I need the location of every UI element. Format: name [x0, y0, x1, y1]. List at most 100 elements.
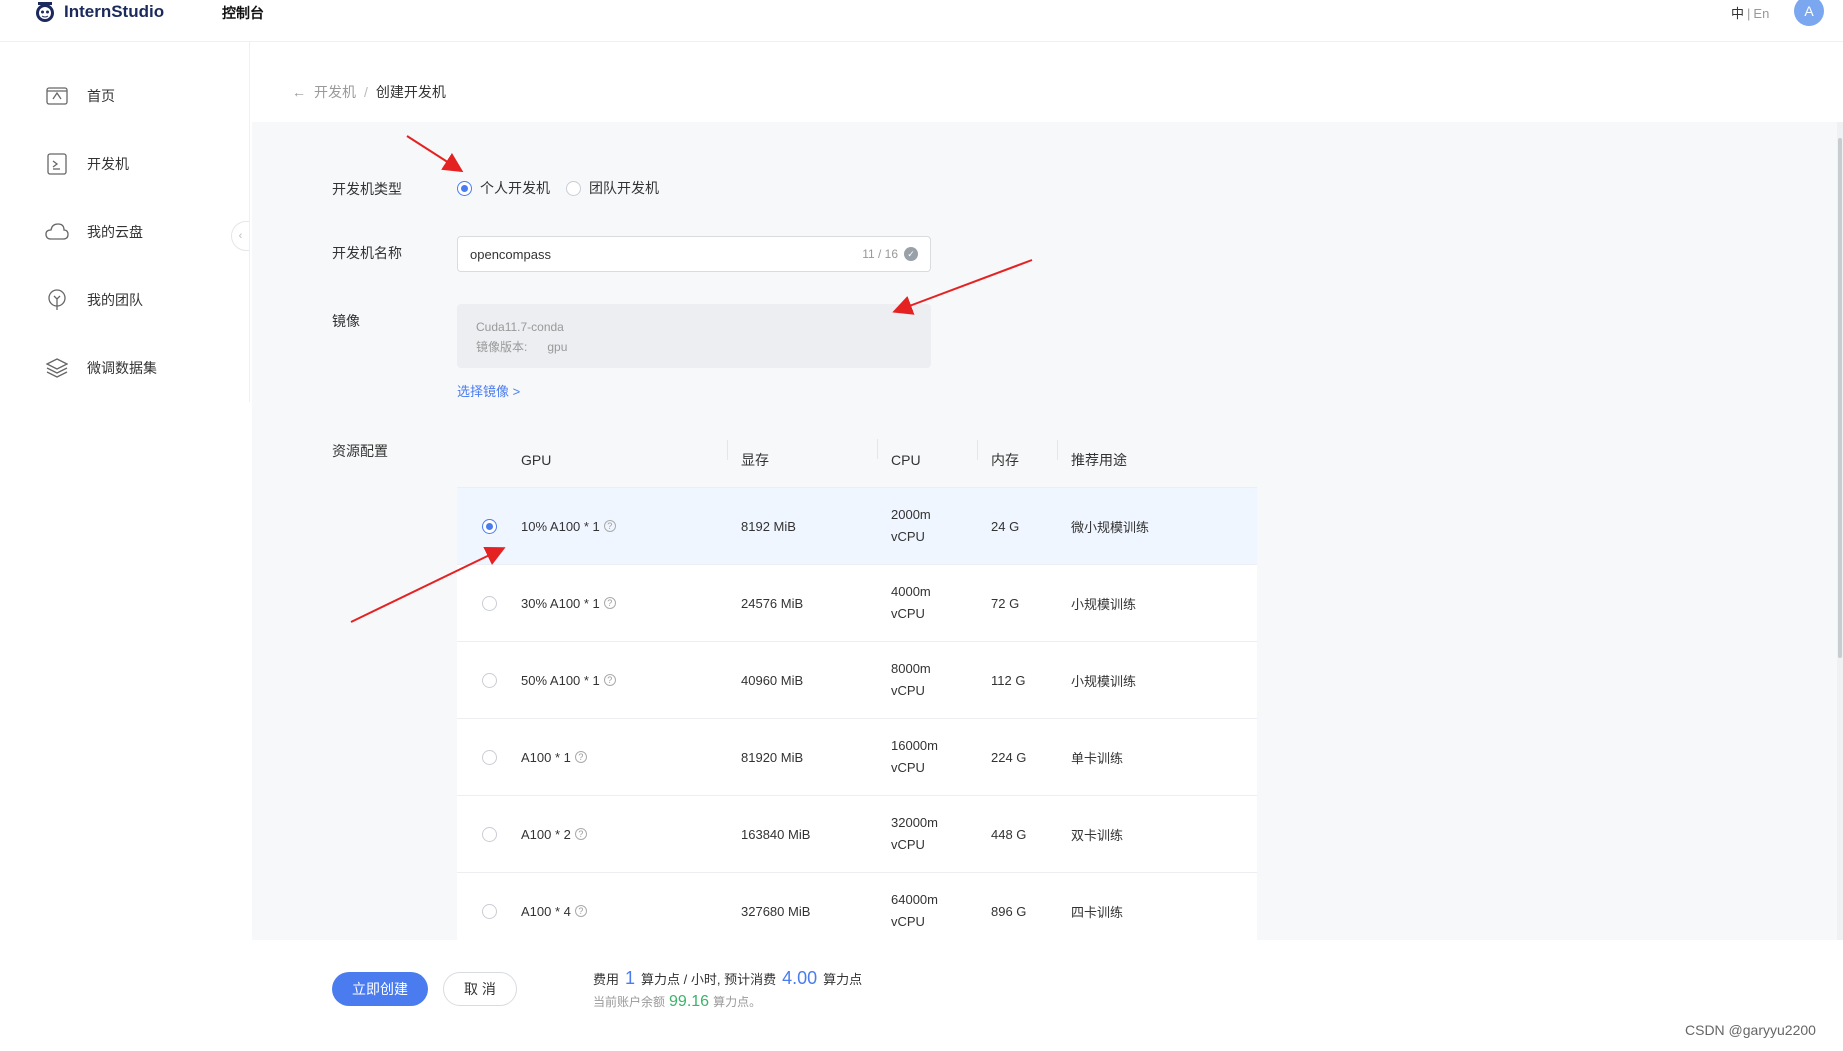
gpu-value: 10% A100 * 1 — [521, 518, 600, 534]
top-header: InternStudio 控制台 中 | En A — [0, 0, 1843, 42]
check-icon: ✓ — [904, 247, 918, 261]
image-version-label: 镜像版本: — [476, 340, 528, 354]
machine-name-input[interactable] — [470, 246, 863, 262]
image-info-box: Cuda11.7-conda 镜像版本: gpu — [457, 304, 931, 368]
row-radio[interactable] — [481, 595, 497, 611]
help-icon[interactable]: ? — [574, 905, 587, 917]
terminal-icon — [45, 152, 69, 176]
image-name: Cuda11.7-conda — [476, 320, 564, 334]
cpu-value: 4000m vCPU — [891, 584, 931, 621]
table-row[interactable]: A100 * 2? 163840 MiB 32000m vCPU 448 G 双卡… — [457, 796, 1257, 873]
cancel-button[interactable]: 取 消 — [443, 972, 517, 1006]
usage-value: 双卡训练 — [1071, 827, 1124, 843]
create-now-button[interactable]: 立即创建 — [332, 972, 428, 1006]
image-version-value: gpu — [547, 340, 568, 354]
ram-value: 72 G — [991, 595, 1020, 611]
sidebar-item-label: 微调数据集 — [87, 360, 157, 376]
cost-estimate: 费用 1 算力点 / 小时, 预计消费 4.00 算力点 — [593, 968, 863, 988]
row-radio[interactable] — [481, 672, 497, 688]
row-radio[interactable] — [481, 903, 497, 919]
sidebar-item-label: 我的云盘 — [87, 224, 143, 240]
lang-zh[interactable]: 中 — [1731, 6, 1744, 21]
chevron-left-icon: ‹ — [238, 230, 243, 242]
watermark: CSDN @garyyu2200 — [1685, 1022, 1816, 1038]
sidebar-item-home[interactable]: 首页 — [45, 84, 115, 108]
sidebar-item-label: 首页 — [87, 88, 115, 104]
breadcrumb-parent[interactable]: 开发机 — [314, 82, 356, 102]
resource-label: 资源配置 — [332, 443, 388, 459]
logo-text: InternStudio — [64, 2, 165, 21]
machine-name-field[interactable]: 11 / 16 ✓ — [457, 236, 931, 272]
th-ram: 内存 — [977, 439, 1071, 470]
cost-rate: 1 — [625, 968, 636, 988]
select-image-link[interactable]: 选择镜像 > — [457, 381, 520, 400]
logo-mascot-icon — [36, 2, 54, 22]
sidebar-item-label: 我的团队 — [87, 292, 143, 308]
sidebar: 首页 开发机 我的云盘 我的团队 微调数据集 — [0, 42, 250, 402]
table-row[interactable]: 30% A100 * 1? 24576 MiB 4000m vCPU 72 G 小… — [457, 565, 1257, 642]
sidebar-item-dataset[interactable]: 微调数据集 — [45, 356, 157, 380]
cpu-value: 2000m vCPU — [891, 507, 931, 544]
table-row[interactable]: 50% A100 * 1? 40960 MiB 8000m vCPU 112 G … — [457, 642, 1257, 719]
scrollbar-thumb[interactable] — [1838, 138, 1842, 658]
console-title[interactable]: 控制台 — [222, 3, 264, 23]
table-row[interactable]: 10% A100 * 1? 8192 MiB 2000m vCPU 24 G 微小… — [457, 488, 1257, 565]
th-usage: 推荐用途 — [1057, 439, 1257, 470]
balance-value: 99.16 — [669, 993, 710, 1010]
row-radio[interactable] — [481, 826, 497, 842]
cpu-value: 8000m vCPU — [891, 661, 931, 698]
help-icon[interactable]: ? — [574, 751, 587, 763]
gpu-value: A100 * 2 — [521, 826, 571, 842]
row-radio[interactable] — [481, 749, 497, 765]
logo[interactable]: InternStudio — [32, 1, 164, 23]
radio-personal[interactable]: 个人开发机 — [457, 178, 550, 198]
back-arrow-icon[interactable]: ← — [292, 84, 306, 100]
type-label: 开发机类型 — [332, 181, 402, 197]
breadcrumb-separator: / — [364, 84, 368, 100]
ram-value: 112 G — [991, 672, 1026, 688]
gpu-memory: 40960 MiB — [741, 672, 804, 688]
cost-total: 4.00 — [782, 968, 818, 988]
radio-label: 团队开发机 — [589, 180, 659, 196]
machine-type-radio-group: 个人开发机 团队开发机 — [457, 178, 659, 198]
sidebar-item-cloud[interactable]: 我的云盘 — [45, 220, 143, 244]
table-row[interactable]: A100 * 1? 81920 MiB 16000m vCPU 224 G 单卡训… — [457, 719, 1257, 796]
help-icon[interactable]: ? — [574, 828, 587, 840]
dataset-layers-icon — [45, 356, 69, 380]
help-icon[interactable]: ? — [603, 674, 616, 686]
char-count: 11 / 16 — [862, 247, 898, 261]
help-icon[interactable]: ? — [603, 597, 616, 609]
cpu-value: 16000m vCPU — [891, 738, 938, 775]
table-header: GPU 显存 CPU 内存 推荐用途 — [457, 432, 1257, 488]
gpu-memory: 81920 MiB — [741, 749, 804, 765]
gpu-memory: 8192 MiB — [741, 518, 796, 534]
gpu-value: A100 * 1 — [521, 749, 571, 765]
table-row[interactable]: A100 * 4? 327680 MiB 64000m vCPU 896 G 四卡… — [457, 873, 1257, 950]
ram-value: 448 G — [991, 826, 1027, 842]
lang-en[interactable]: En — [1753, 6, 1769, 21]
ram-value: 896 G — [991, 903, 1027, 919]
image-version-row: 镜像版本: gpu — [476, 337, 912, 357]
sidebar-item-devmachine[interactable]: 开发机 — [45, 152, 129, 176]
cloud-icon — [45, 220, 69, 244]
team-icon — [45, 288, 69, 312]
usage-value: 小规模训练 — [1071, 596, 1137, 612]
sidebar-item-label: 开发机 — [87, 156, 129, 172]
lang-separator: | — [1747, 6, 1751, 21]
help-icon[interactable]: ? — [603, 520, 616, 532]
cpu-value: 32000m vCPU — [891, 815, 938, 852]
radio-team[interactable]: 团队开发机 — [566, 178, 659, 198]
row-radio[interactable] — [481, 518, 497, 534]
language-switch[interactable]: 中 | En — [1731, 3, 1769, 22]
radio-label: 个人开发机 — [480, 180, 550, 196]
resource-table: GPU 显存 CPU 内存 推荐用途 10% A100 * 1? 8192 Mi… — [457, 432, 1257, 950]
radio-button[interactable] — [566, 180, 581, 196]
avatar[interactable]: A — [1794, 0, 1824, 26]
ram-value: 24 G — [991, 518, 1020, 534]
radio-button[interactable] — [457, 180, 472, 196]
th-gpu: GPU — [521, 451, 552, 468]
gpu-memory: 163840 MiB — [741, 826, 811, 842]
breadcrumb-current: 创建开发机 — [375, 84, 446, 100]
sidebar-item-team[interactable]: 我的团队 — [45, 288, 143, 312]
gpu-value: 50% A100 * 1 — [521, 672, 600, 688]
